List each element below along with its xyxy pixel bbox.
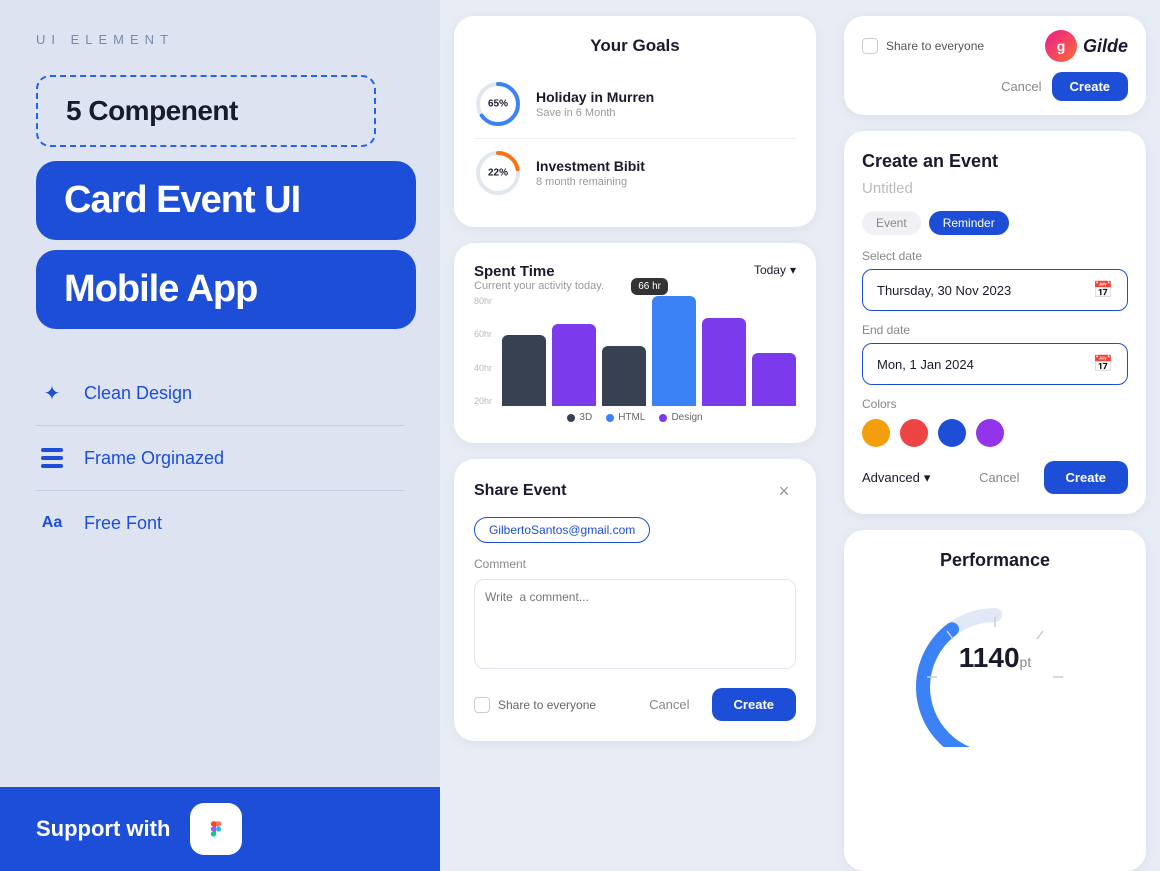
share-event-title: Share Event: [474, 482, 566, 500]
layers-icon: [36, 442, 68, 474]
headline1: 5 Compenent: [66, 95, 238, 126]
gilde-create-button[interactable]: Create: [1052, 72, 1128, 101]
type-event-badge[interactable]: Event: [862, 211, 921, 235]
share-email-chip[interactable]: GilbertoSantos@gmail.com: [474, 517, 650, 543]
create-event-cancel-button[interactable]: Cancel: [965, 462, 1033, 493]
share-everyone-checkbox[interactable]: [474, 697, 490, 713]
create-event-title: Create an Event: [862, 151, 1128, 172]
comment-label: Comment: [474, 557, 796, 571]
goals-card: Your Goals 65% Holiday in Murren Save in…: [454, 16, 816, 227]
goal-name-1: Holiday in Murren: [536, 89, 654, 105]
comment-textarea[interactable]: [474, 579, 796, 669]
color-yellow[interactable]: [862, 419, 890, 447]
feature-label-2: Frame Orginazed: [84, 448, 224, 469]
goal-sub-2: 8 month remaining: [536, 176, 645, 188]
event-name-input[interactable]: Untitled: [862, 180, 1128, 197]
feature-list: ✦ Clean Design Frame Orginazed Aa Free F…: [36, 361, 404, 555]
bar-3: [602, 346, 646, 407]
headline2-pill: Card Event UI: [36, 161, 416, 240]
feature-item-2: Frame Orginazed: [36, 426, 404, 491]
share-everyone-label: Share to everyone: [498, 698, 596, 712]
gauge-unit: pt: [1020, 654, 1032, 670]
headline2: Card Event UI: [64, 179, 300, 221]
select-date-label: Select date: [862, 249, 1128, 263]
calendar-icon-2: 📅: [1093, 354, 1113, 374]
goal-progress-1: 65%: [474, 80, 522, 128]
spent-title: Spent Time: [474, 263, 604, 280]
end-date-label: End date: [862, 323, 1128, 337]
gilde-card: Share to everyone g Gilde Cancel Create: [844, 16, 1146, 115]
create-event-card: Create an Event Untitled Event Reminder …: [844, 131, 1146, 514]
color-blue[interactable]: [938, 419, 966, 447]
share-close-button[interactable]: ×: [772, 479, 796, 503]
calendar-icon: 📅: [1093, 280, 1113, 300]
share-event-card: Share Event × GilbertoSantos@gmail.com C…: [454, 459, 816, 741]
type-reminder-badge[interactable]: Reminder: [929, 211, 1009, 235]
goal-progress-2: 22%: [474, 149, 522, 197]
legend-html: HTML: [618, 412, 645, 423]
legend-design: Design: [671, 412, 702, 423]
support-text: Support with: [36, 816, 170, 842]
spent-time-card: Spent Time Current your activity today. …: [454, 243, 816, 443]
goals-title: Your Goals: [474, 36, 796, 56]
goal-sub-1: Save in 6 Month: [536, 107, 654, 119]
spent-sub: Current your activity today.: [474, 280, 604, 292]
right-panel: Share to everyone g Gilde Cancel Create …: [830, 0, 1160, 871]
advanced-label: Advanced: [862, 470, 920, 485]
create-event-create-button[interactable]: Create: [1044, 461, 1128, 494]
gilde-icon: g: [1045, 30, 1077, 62]
advanced-button[interactable]: Advanced ▾: [862, 470, 930, 486]
gilde-share-label: Share to everyone: [886, 39, 984, 53]
colors-label: Colors: [862, 397, 1128, 411]
performance-title: Performance: [862, 550, 1128, 571]
end-date-input[interactable]: Mon, 1 Jan 2024 📅: [862, 343, 1128, 385]
headline3-pill: Mobile App: [36, 250, 416, 329]
goal-item-1: 65% Holiday in Murren Save in 6 Month: [474, 70, 796, 139]
bar-5: [702, 318, 746, 406]
color-red[interactable]: [900, 419, 928, 447]
sparkle-icon: ✦: [36, 377, 68, 409]
chart-y-labels: 80hr 60hr 40hr 20hr: [474, 296, 492, 406]
gilde-name: Gilde: [1083, 36, 1128, 57]
gauge-chart: 1140pt: [862, 587, 1128, 747]
left-panel: UI ELEMENT 5 Compenent Card Event UI Mob…: [0, 0, 440, 871]
brand-label: UI ELEMENT: [36, 32, 404, 47]
chevron-down-icon: ▾: [924, 470, 931, 486]
middle-panel: Your Goals 65% Holiday in Murren Save in…: [440, 0, 830, 871]
feature-label-1: Clean Design: [84, 383, 192, 404]
share-create-button[interactable]: Create: [712, 688, 796, 721]
gilde-cancel-button[interactable]: Cancel: [1001, 79, 1041, 94]
feature-label-3: Free Font: [84, 513, 162, 534]
gauge-value: 1140pt: [959, 642, 1031, 674]
chart-legend: 3D HTML Design: [474, 412, 796, 423]
share-cancel-button[interactable]: Cancel: [635, 688, 703, 721]
feature-item-3: Aa Free Font: [36, 491, 404, 555]
today-filter-button[interactable]: Today ▾: [754, 263, 796, 277]
chart-bars: 66 hr: [502, 296, 796, 406]
headline1-box: 5 Compenent: [36, 75, 376, 147]
color-purple[interactable]: [976, 419, 1004, 447]
bar-1: [502, 335, 546, 407]
bar-6: [752, 353, 796, 406]
bar-2: [552, 324, 596, 407]
goal-item-2: 22% Investment Bibit 8 month remaining: [474, 139, 796, 207]
figma-icon[interactable]: [190, 803, 242, 855]
support-bar: Support with: [0, 787, 440, 871]
feature-item-1: ✦ Clean Design: [36, 361, 404, 426]
headline3: Mobile App: [64, 268, 257, 310]
event-type-row: Event Reminder: [862, 211, 1128, 235]
gilde-share-checkbox[interactable]: [862, 38, 878, 54]
chart-tooltip: 66 hr: [631, 278, 668, 295]
font-icon: Aa: [36, 507, 68, 539]
legend-3d: 3D: [579, 412, 592, 423]
bar-4: 66 hr: [652, 296, 696, 406]
goal-name-2: Investment Bibit: [536, 158, 645, 174]
colors-row: [862, 419, 1128, 447]
start-date-input[interactable]: Thursday, 30 Nov 2023 📅: [862, 269, 1128, 311]
performance-card: Performance 1140pt: [844, 530, 1146, 871]
